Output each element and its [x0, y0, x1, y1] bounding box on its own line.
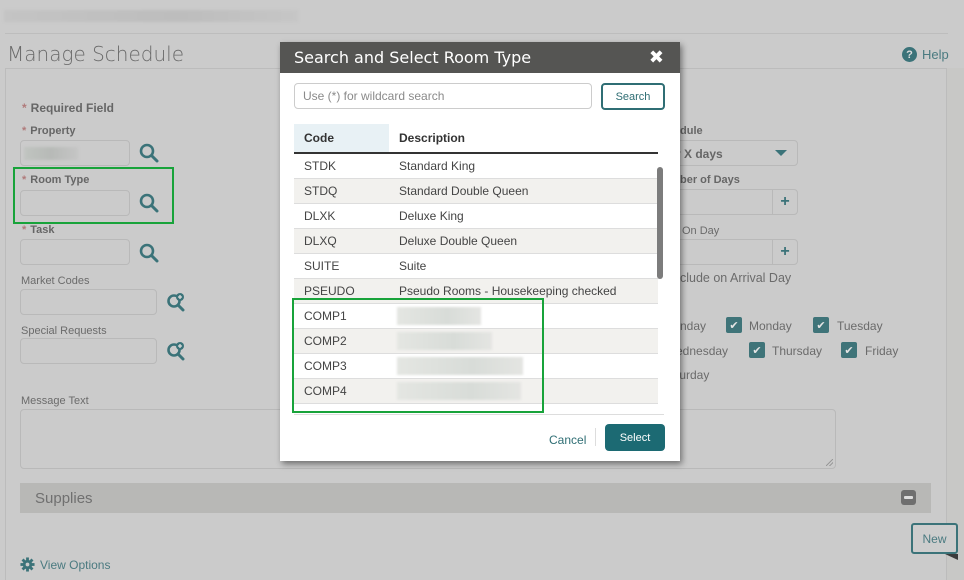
gear-icon: [20, 557, 35, 572]
day-label-sunday: nday: [680, 319, 707, 333]
room-type-search-dialog: Search and Select Room Type ✖ Search Cod…: [280, 42, 680, 461]
comp-rows-highlight: [292, 298, 544, 413]
dialog-header: Search and Select Room Type ✖: [280, 42, 680, 73]
row-description: Suite: [399, 259, 427, 273]
table-row[interactable]: DLXK Deluxe King: [294, 204, 658, 229]
breadcrumb: [4, 10, 298, 22]
room-type-input[interactable]: [20, 190, 130, 216]
table-scrollbar[interactable]: [657, 167, 663, 279]
table-row[interactable]: STDQ Standard Double Queen: [294, 179, 658, 204]
table-row[interactable]: SUITE Suite: [294, 254, 658, 279]
include-arrival-day-label: clude on Arrival Day: [680, 271, 792, 285]
property-value-blurred: [24, 147, 78, 160]
table-row[interactable]: STDK Standard King: [294, 154, 658, 179]
row-code: STDK: [304, 159, 337, 173]
page-scroll-area: [947, 68, 964, 580]
day-label-tuesday: Tuesday: [837, 319, 883, 333]
view-options-label: View Options: [40, 557, 111, 572]
help-icon: ?: [902, 47, 917, 62]
row-description: Deluxe Double Queen: [399, 234, 518, 248]
table-header: Code Description: [294, 124, 658, 154]
row-code: STDQ: [304, 184, 338, 198]
view-options-link[interactable]: View Options: [20, 557, 110, 572]
special-requests-search-plus-icon[interactable]: [166, 341, 186, 361]
row-code: PSEUDO: [304, 284, 355, 298]
property-search-icon[interactable]: [139, 143, 159, 163]
supplies-section-header[interactable]: [20, 483, 931, 513]
page-title: Manage Schedule: [7, 42, 185, 66]
chevron-down-icon[interactable]: [775, 150, 787, 156]
wildcard-search-input[interactable]: [294, 83, 592, 109]
task-label-text: Task: [30, 224, 55, 236]
day-label-thursday: Thursday: [772, 344, 823, 358]
close-icon[interactable]: ✖: [649, 47, 664, 68]
required-field-note: * Required Field: [22, 101, 114, 115]
room-type-label: * Room Type: [22, 174, 89, 186]
new-button[interactable]: New: [911, 523, 958, 554]
required-note-text: Required Field: [30, 101, 115, 115]
day-label-wednesday: ednesday: [676, 344, 729, 358]
on-day-label: On Day: [682, 225, 720, 237]
schedule-select-value: y X days: [674, 147, 723, 161]
row-description: Deluxe King: [399, 209, 464, 223]
monday-checkbox[interactable]: ✔: [726, 317, 742, 333]
row-code: DLXK: [304, 209, 336, 223]
supplies-title: Supplies: [35, 490, 93, 507]
number-of-days-plus-icon[interactable]: +: [772, 190, 797, 214]
friday-checkbox[interactable]: ✔: [841, 342, 857, 358]
collapse-icon[interactable]: [901, 490, 916, 505]
day-label-friday: Friday: [865, 344, 899, 358]
divider: [5, 33, 948, 34]
required-marker: *: [22, 224, 27, 236]
market-codes-search-plus-icon[interactable]: [166, 292, 186, 312]
required-marker: *: [22, 101, 27, 115]
new-button-flag: [945, 554, 958, 560]
property-label: * Property: [22, 125, 76, 137]
market-codes-label: Market Codes: [21, 275, 90, 287]
resize-grip[interactable]: [826, 459, 833, 466]
cancel-button[interactable]: Cancel: [549, 433, 586, 447]
number-of-days-label: ber of Days: [680, 174, 740, 186]
message-text-label: Message Text: [21, 395, 89, 407]
row-description: Standard King: [399, 159, 476, 173]
required-marker: *: [22, 125, 27, 137]
divider: [294, 414, 664, 415]
divider: [595, 428, 596, 446]
required-marker: *: [22, 174, 27, 186]
market-codes-input[interactable]: [20, 289, 157, 315]
on-day-plus-icon[interactable]: +: [772, 240, 797, 264]
task-label: * Task: [22, 224, 55, 236]
task-search-icon[interactable]: [139, 243, 159, 263]
row-code: DLXQ: [304, 234, 337, 248]
column-header-description[interactable]: Description: [389, 124, 465, 152]
row-code: SUITE: [304, 259, 340, 273]
select-button[interactable]: Select: [605, 424, 665, 451]
tuesday-checkbox[interactable]: ✔: [813, 317, 829, 333]
row-description: Pseudo Rooms - Housekeeping checked: [399, 284, 617, 298]
dialog-title: Search and Select Room Type: [294, 48, 532, 67]
row-description: Standard Double Queen: [399, 184, 529, 198]
search-button[interactable]: Search: [601, 83, 665, 110]
help-link[interactable]: ? Help: [902, 47, 949, 62]
room-type-label-text: Room Type: [30, 174, 90, 186]
special-requests-input[interactable]: [20, 338, 157, 364]
special-requests-label: Special Requests: [21, 325, 107, 337]
schedule-label: dule: [680, 125, 703, 137]
day-label-saturday: turday: [676, 368, 710, 382]
column-header-code[interactable]: Code: [294, 124, 389, 152]
help-label: Help: [922, 47, 949, 62]
day-label-monday: Monday: [749, 319, 792, 333]
thursday-checkbox[interactable]: ✔: [749, 342, 765, 358]
property-label-text: Property: [30, 125, 76, 137]
property-input[interactable]: [20, 140, 130, 166]
task-input[interactable]: [20, 239, 130, 265]
table-row[interactable]: DLXQ Deluxe Double Queen: [294, 229, 658, 254]
room-type-search-icon[interactable]: [139, 193, 159, 213]
